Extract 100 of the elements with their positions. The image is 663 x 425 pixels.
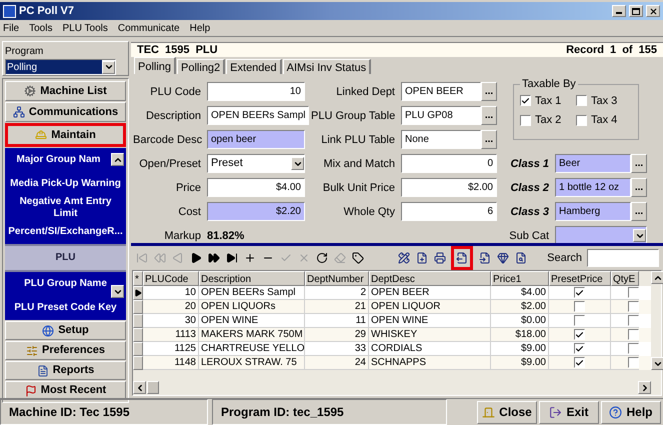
table-cell: SCHNAPPS [369,356,491,370]
column-header[interactable]: DeptNumber [305,271,369,286]
tax-checkbox[interactable] [576,95,587,106]
status-button[interactable]: Exit [539,400,599,424]
field-label: Bulk Unit Price [322,180,395,196]
browse-button[interactable]: ... [481,106,497,125]
row-selector[interactable] [133,286,143,300]
status-button[interactable]: Help [601,400,661,424]
maximize-button[interactable] [629,5,643,17]
print-button[interactable] [433,250,446,266]
linked-dept-field[interactable]: OPEN BEER [401,82,481,101]
nav-button[interactable]: Setup [5,321,126,340]
preset-price-checkbox[interactable] [574,357,585,368]
maintain-list-item[interactable]: Major Group Nam [5,148,126,172]
bulk-unit-price-field[interactable]: $2.00 [401,178,497,197]
menu-item[interactable]: PLU Tools [62,20,108,36]
description-field[interactable]: OPEN BEERs Sampl [207,106,310,125]
browse-button[interactable]: ... [481,82,497,101]
qty-checkbox[interactable] [628,301,639,312]
tab[interactable]: Polling [134,57,176,74]
browse-button[interactable]: ... [631,202,647,221]
column-header[interactable]: QtyE [611,271,639,286]
column-header[interactable]: PLUCode [143,271,199,286]
pencil-ruler-button[interactable] [397,250,410,266]
nav-button[interactable]: Preferences [5,341,126,360]
qty-checkbox[interactable] [628,357,639,368]
plu-group-table-field[interactable]: PLU GP08 [401,106,481,125]
file-import-button[interactable] [478,250,491,266]
scroll-thumb[interactable] [147,381,159,394]
table-cell: 1148 [143,356,199,370]
qty-checkbox[interactable] [628,315,639,326]
maintain-list-item[interactable]: Percent/SI/ExchangeR... [5,220,126,244]
maintain-list-item[interactable]: Media Pick-Up Warning [5,172,126,196]
maintain-list-item[interactable]: PLU Group Name [5,272,126,296]
field-label: Markup [163,228,201,244]
program-dropdown[interactable]: Polling [5,59,116,75]
browse-button[interactable]: ... [631,178,647,197]
browse-button[interactable]: ... [631,154,647,173]
qty-checkbox[interactable] [628,287,639,298]
tag-button[interactable] [351,250,364,266]
scroll-right-button[interactable] [638,381,651,394]
minimize-button[interactable] [612,5,626,17]
link-plu-table-field[interactable]: None [401,130,481,149]
column-header[interactable]: DeptDesc [369,271,491,286]
column-header[interactable]: Price1 [491,271,549,286]
scroll-down-button[interactable] [651,357,663,370]
preset-price-checkbox[interactable] [574,315,585,326]
maintain-list-item[interactable]: PLU [5,244,126,272]
tab[interactable]: AIMsi Inv Status [282,59,372,74]
scroll-left-button[interactable] [133,381,146,394]
refresh-button[interactable] [315,250,328,266]
column-header[interactable]: PresetPrice [549,271,611,286]
play-button[interactable] [189,250,202,266]
nav-button[interactable]: Communications [5,102,126,122]
tax-checkbox[interactable] [520,95,531,106]
file-plus-button[interactable] [415,250,428,266]
preset-price-checkbox[interactable] [574,287,585,298]
whole-qty-field[interactable]: 6 [401,202,497,221]
status-button[interactable]: Close [477,400,537,424]
maintain-list-item[interactable]: PLU Preset Code Key [5,296,126,320]
qty-checkbox[interactable] [628,329,639,340]
class-field[interactable]: Beer [555,154,631,173]
browse-button[interactable]: ... [481,130,497,149]
app-logo-icon [3,4,16,18]
barcode-desc-field[interactable]: open beer [207,130,305,149]
class-field[interactable]: 1 bottle 12 oz [555,178,631,197]
open-preset-dropdown[interactable]: Preset [207,154,305,173]
preset-price-checkbox[interactable] [574,301,585,312]
column-header[interactable]: * [133,271,143,286]
scroll-down-button[interactable] [111,285,124,298]
tax-checkbox[interactable] [576,114,587,126]
menu-item[interactable]: Communicate [118,20,180,36]
price-field[interactable]: $4.00 [207,178,305,197]
tab[interactable]: Polling2 [177,59,226,74]
file-search-button[interactable] [514,250,527,266]
document-icon [36,364,49,376]
scroll-up-button[interactable] [111,153,124,166]
menu-item[interactable]: Tools [29,20,52,36]
menu-item[interactable]: File [3,20,20,36]
tab[interactable]: Extended [226,59,282,74]
search-field[interactable] [587,249,659,267]
cancel-icon [298,252,310,264]
nav-button[interactable]: Reports [5,361,126,380]
maintain-list-item[interactable]: Negative Amt Entry Limit [5,196,126,220]
mix-and-match-field[interactable]: 0 [401,154,497,173]
gem-button[interactable] [496,250,509,266]
qty-checkbox[interactable] [628,343,639,354]
plu-code-field[interactable]: 10 [207,82,305,101]
nav-button[interactable]: Machine List [5,81,126,101]
cost-field[interactable]: $2.20 [207,202,305,221]
nav-button[interactable]: Maintain [5,123,126,147]
vertical-scrollbar[interactable] [651,271,661,370]
tax-checkbox[interactable] [520,114,531,126]
preset-price-checkbox[interactable] [574,329,585,340]
preset-price-checkbox[interactable] [574,343,585,354]
close-button[interactable] [646,5,660,17]
menu-item[interactable]: Help [190,20,210,36]
class-field[interactable]: Hamberg [555,202,631,221]
column-header[interactable]: Description [199,271,305,286]
scroll-up-button[interactable] [651,271,663,284]
